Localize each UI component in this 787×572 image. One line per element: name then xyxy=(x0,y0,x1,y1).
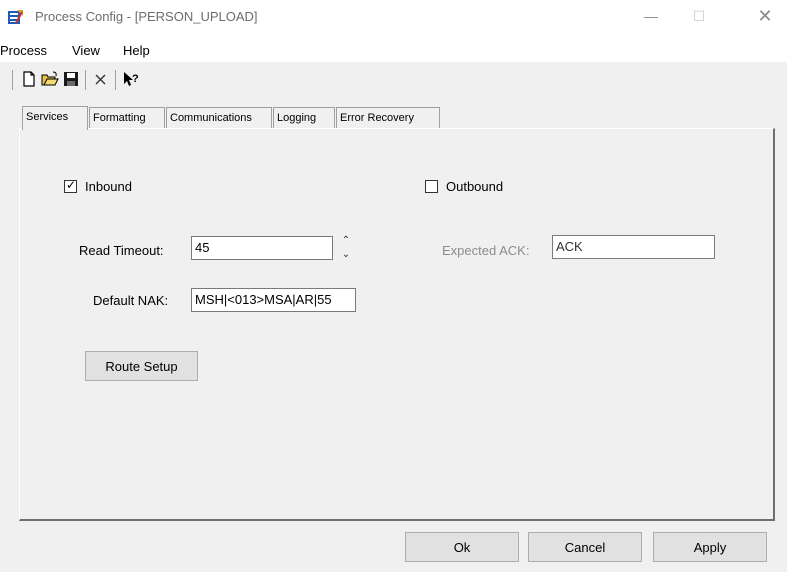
toolbar-separator xyxy=(12,70,13,90)
read-timeout-label: Read Timeout: xyxy=(79,243,164,258)
toolbar: ? xyxy=(0,62,787,94)
new-document-icon[interactable] xyxy=(20,70,38,88)
svg-text:?: ? xyxy=(132,73,139,85)
inbound-checkbox[interactable]: ✓ xyxy=(64,178,77,193)
menu-help[interactable]: Help xyxy=(123,43,150,58)
tab-communications[interactable]: Communications xyxy=(166,107,272,129)
expected-ack-input[interactable]: ACK xyxy=(552,235,715,259)
apply-button[interactable]: Apply xyxy=(653,532,767,562)
checkmark-icon: ✓ xyxy=(66,178,77,192)
default-nak-input[interactable]: MSH|<013>MSA|AR|55 xyxy=(191,288,356,312)
tab-services[interactable]: Services xyxy=(22,106,88,130)
services-panel xyxy=(19,128,775,521)
minimize-button[interactable]: — xyxy=(628,0,674,32)
title-bar[interactable]: Process Config - [PERSON_UPLOAD] — ☐ ✕ xyxy=(0,0,787,36)
save-icon[interactable] xyxy=(62,70,80,88)
menu-view[interactable]: View xyxy=(72,43,100,58)
context-help-icon[interactable]: ? xyxy=(122,70,140,88)
open-folder-icon[interactable] xyxy=(41,70,59,88)
menu-bar: Process View Help xyxy=(0,36,787,62)
delete-icon[interactable] xyxy=(92,70,110,88)
outbound-checkbox[interactable] xyxy=(425,180,438,193)
tab-formatting[interactable]: Formatting xyxy=(89,107,165,129)
cancel-button[interactable]: Cancel xyxy=(528,532,642,562)
read-timeout-spinner[interactable]: ⌃ ⌄ xyxy=(339,235,353,261)
spin-down-icon[interactable]: ⌄ xyxy=(342,249,350,261)
app-icon xyxy=(8,10,23,24)
close-icon: ✕ xyxy=(757,5,773,26)
maximize-button[interactable]: ☐ xyxy=(676,0,722,32)
spin-up-icon[interactable]: ⌃ xyxy=(342,235,350,247)
window-title: Process Config - [PERSON_UPLOAD] xyxy=(35,9,258,24)
inbound-label: Inbound xyxy=(85,179,132,194)
outbound-label: Outbound xyxy=(446,179,504,194)
toolbar-separator xyxy=(115,70,116,90)
default-nak-label: Default NAK: xyxy=(93,293,169,308)
close-button[interactable]: ✕ xyxy=(742,0,787,32)
toolbar-separator xyxy=(85,70,86,90)
read-timeout-input[interactable]: 45 xyxy=(191,236,333,260)
route-setup-button[interactable]: Route Setup xyxy=(85,351,198,381)
expected-ack-label: Expected ACK: xyxy=(442,243,530,258)
menu-process[interactable]: Process xyxy=(0,43,47,58)
tab-logging[interactable]: Logging xyxy=(273,107,335,129)
ok-button[interactable]: Ok xyxy=(405,532,519,562)
minimize-icon: — xyxy=(644,8,658,24)
maximize-icon: ☐ xyxy=(692,7,706,24)
tab-error-recovery[interactable]: Error Recovery xyxy=(336,107,440,129)
